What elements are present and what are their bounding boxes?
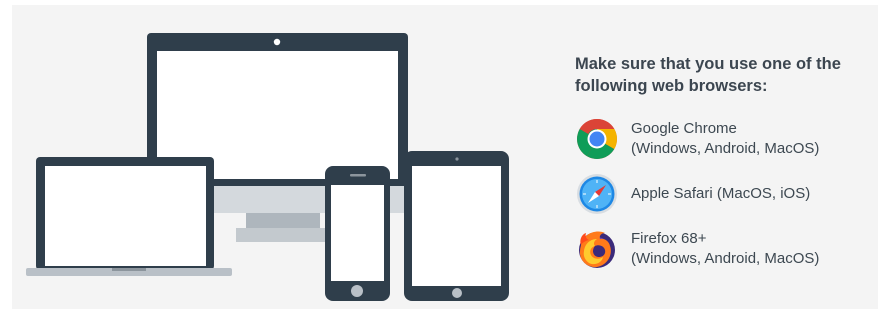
browser-info: Make sure that you use one of the follow…	[575, 53, 870, 268]
tablet-icon	[404, 151, 509, 301]
instructions-heading: Make sure that you use one of the follow…	[575, 53, 870, 97]
chrome-icon	[577, 119, 617, 159]
chrome-label: Google Chrome	[631, 120, 737, 137]
firefox-label: Firefox 68+	[631, 230, 707, 247]
heading-line-1: Make sure that you use one of the	[575, 55, 841, 73]
phone-icon	[325, 166, 390, 301]
heading-line-2: following web browsers:	[575, 77, 768, 95]
browser-item-safari: Apple Safari (MacOS, iOS)	[575, 172, 810, 216]
browser-item-chrome: Google Chrome (Windows, Android, MacOS)	[575, 117, 819, 161]
laptop-icon	[26, 157, 232, 276]
devices-illustration	[26, 33, 509, 301]
safari-icon	[577, 174, 617, 214]
firefox-platforms: (Windows, Android, MacOS)	[631, 250, 820, 267]
safari-label: Apple Safari (MacOS, iOS)	[631, 185, 811, 202]
chrome-platforms: (Windows, Android, MacOS)	[631, 140, 820, 157]
browser-item-firefox: Firefox 68+ (Windows, Android, MacOS)	[575, 227, 819, 271]
firefox-icon	[579, 231, 615, 268]
